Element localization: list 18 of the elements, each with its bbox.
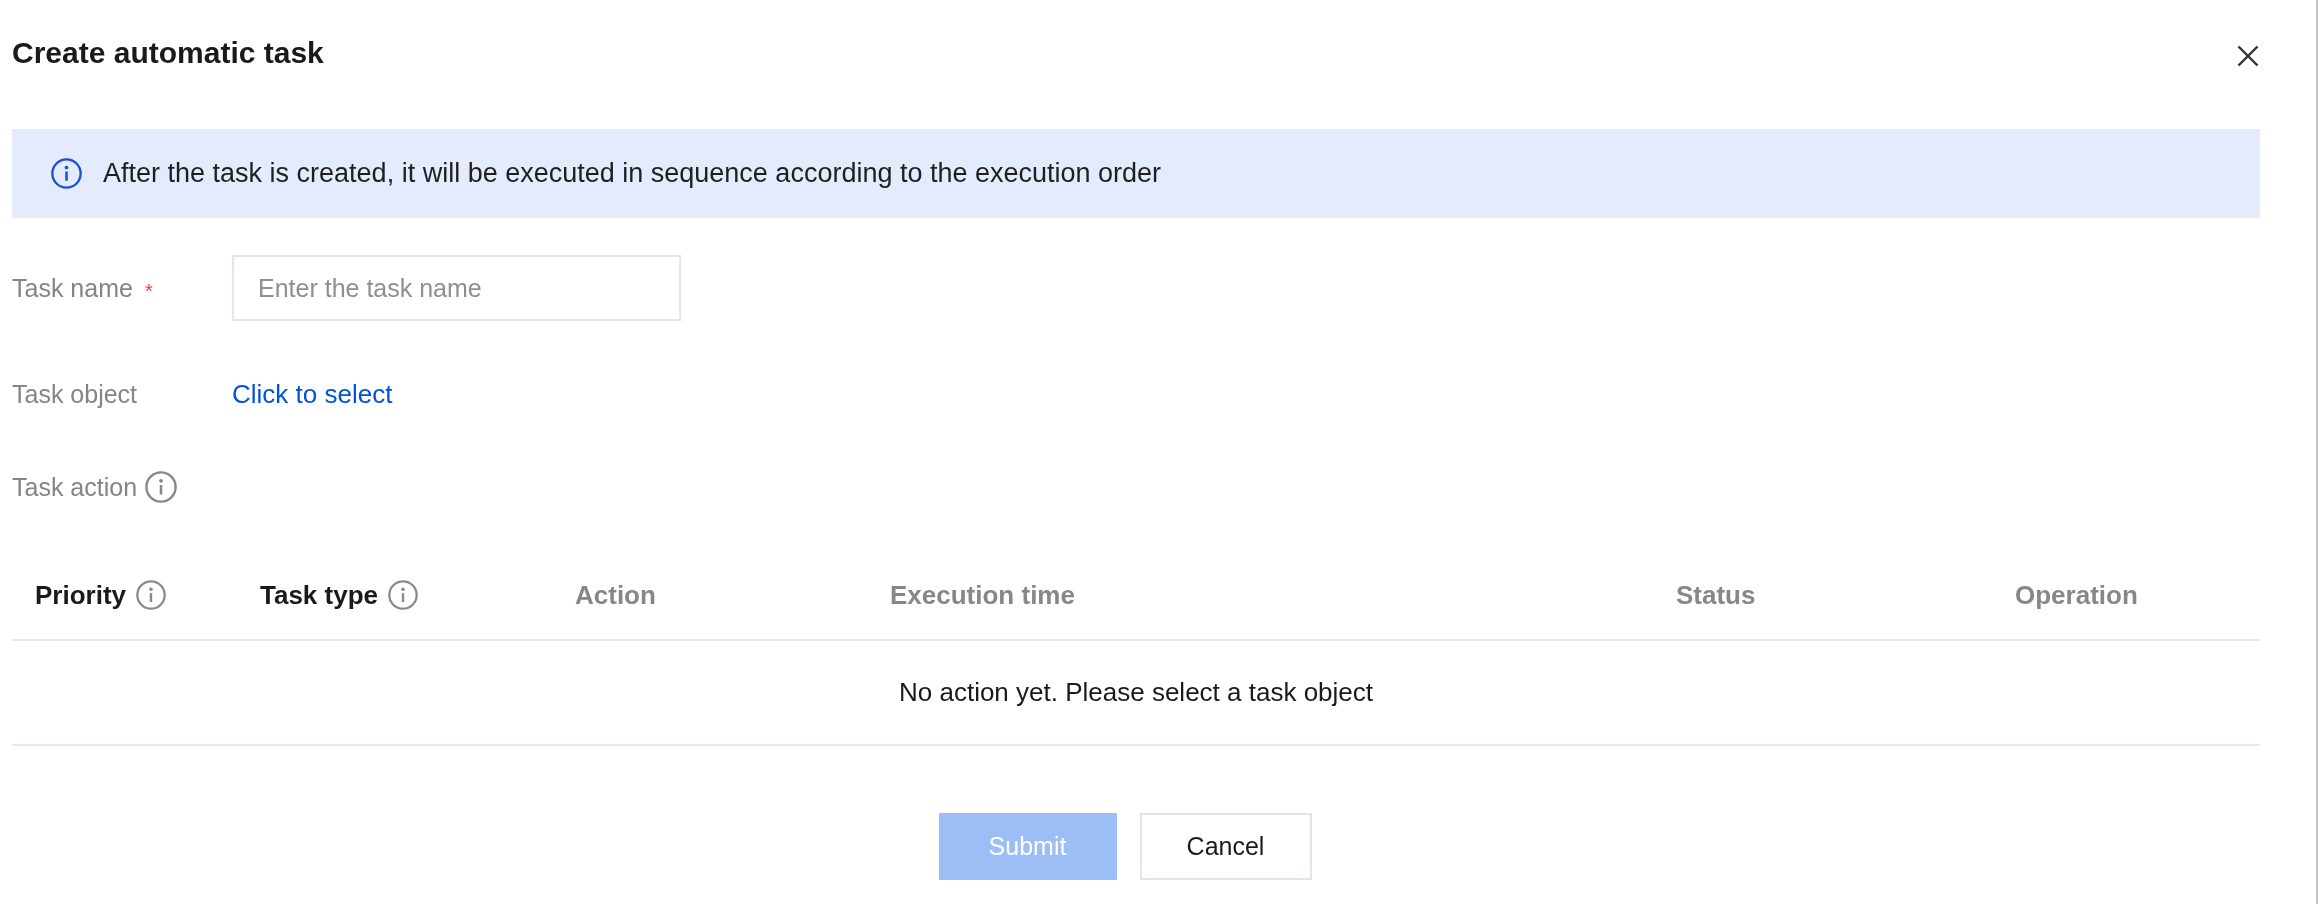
column-header: Status: [1676, 579, 1756, 611]
column-header: Task type: [260, 579, 378, 611]
select-link[interactable]: Click to select: [232, 378, 393, 410]
required-mark: *: [144, 278, 153, 303]
column-header: Operation: [2015, 579, 2138, 611]
column-header: Action: [575, 579, 656, 611]
empty-state-text: No action yet. Please select a task object: [899, 677, 1373, 708]
field-label: Task name: [12, 273, 133, 303]
column-header: Priority: [35, 579, 127, 611]
column-header: Execution time: [890, 579, 1075, 611]
close-icon[interactable]: [2237, 45, 2259, 67]
info-banner-text: After the task is created, it will be executed in sequence according to the execution order: [103, 158, 1162, 189]
task-name-input[interactable]: Enter the task name: [232, 255, 681, 321]
dialog-title: Create automatic task: [12, 36, 324, 70]
section-label: Task action: [12, 472, 138, 502]
cancel-button[interactable]: Cancel: [1139, 813, 1312, 880]
info-icon: [51, 158, 82, 189]
field-label: Task object: [12, 379, 138, 409]
